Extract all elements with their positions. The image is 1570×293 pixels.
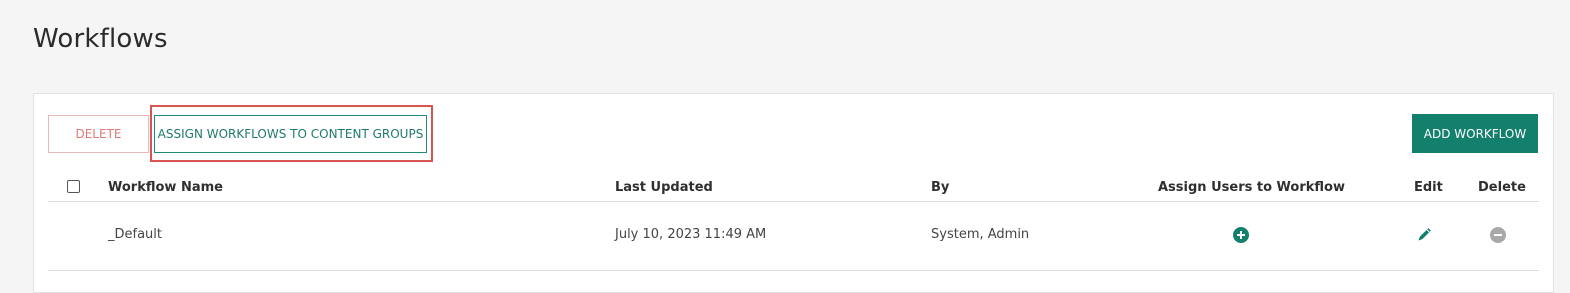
assign-workflows-button[interactable]: ASSIGN WORKFLOWS TO CONTENT GROUPS — [154, 115, 427, 153]
col-delete: Delete — [1478, 180, 1526, 195]
by-cell: System, Admin — [931, 227, 1030, 242]
pencil-icon[interactable] — [1416, 227, 1432, 243]
workflow-name-cell: _Default — [108, 227, 162, 242]
last-updated-cell: July 10, 2023 11:49 AM — [615, 227, 767, 242]
col-edit: Edit — [1414, 180, 1443, 195]
add-workflow-button[interactable]: ADD WORKFLOW — [1412, 114, 1538, 153]
col-last-updated[interactable]: Last Updated — [615, 180, 713, 195]
workflows-table: Workflow Name Last Updated By Assign Use… — [48, 174, 1539, 271]
table-header: Workflow Name Last Updated By Assign Use… — [48, 174, 1539, 202]
plus-circle-icon[interactable] — [1233, 227, 1249, 243]
minus-circle-icon[interactable] — [1490, 227, 1506, 243]
col-by[interactable]: By — [931, 180, 949, 195]
workflows-card: DELETE ASSIGN WORKFLOWS TO CONTENT GROUP… — [33, 93, 1554, 293]
col-assign-users: Assign Users to Workflow — [1158, 180, 1345, 195]
col-workflow-name[interactable]: Workflow Name — [108, 180, 223, 195]
select-all-checkbox[interactable] — [67, 180, 80, 193]
delete-button[interactable]: DELETE — [48, 115, 149, 153]
table-row: _Default July 10, 2023 11:49 AM System, … — [48, 202, 1539, 271]
page-title: Workflows — [33, 24, 168, 54]
